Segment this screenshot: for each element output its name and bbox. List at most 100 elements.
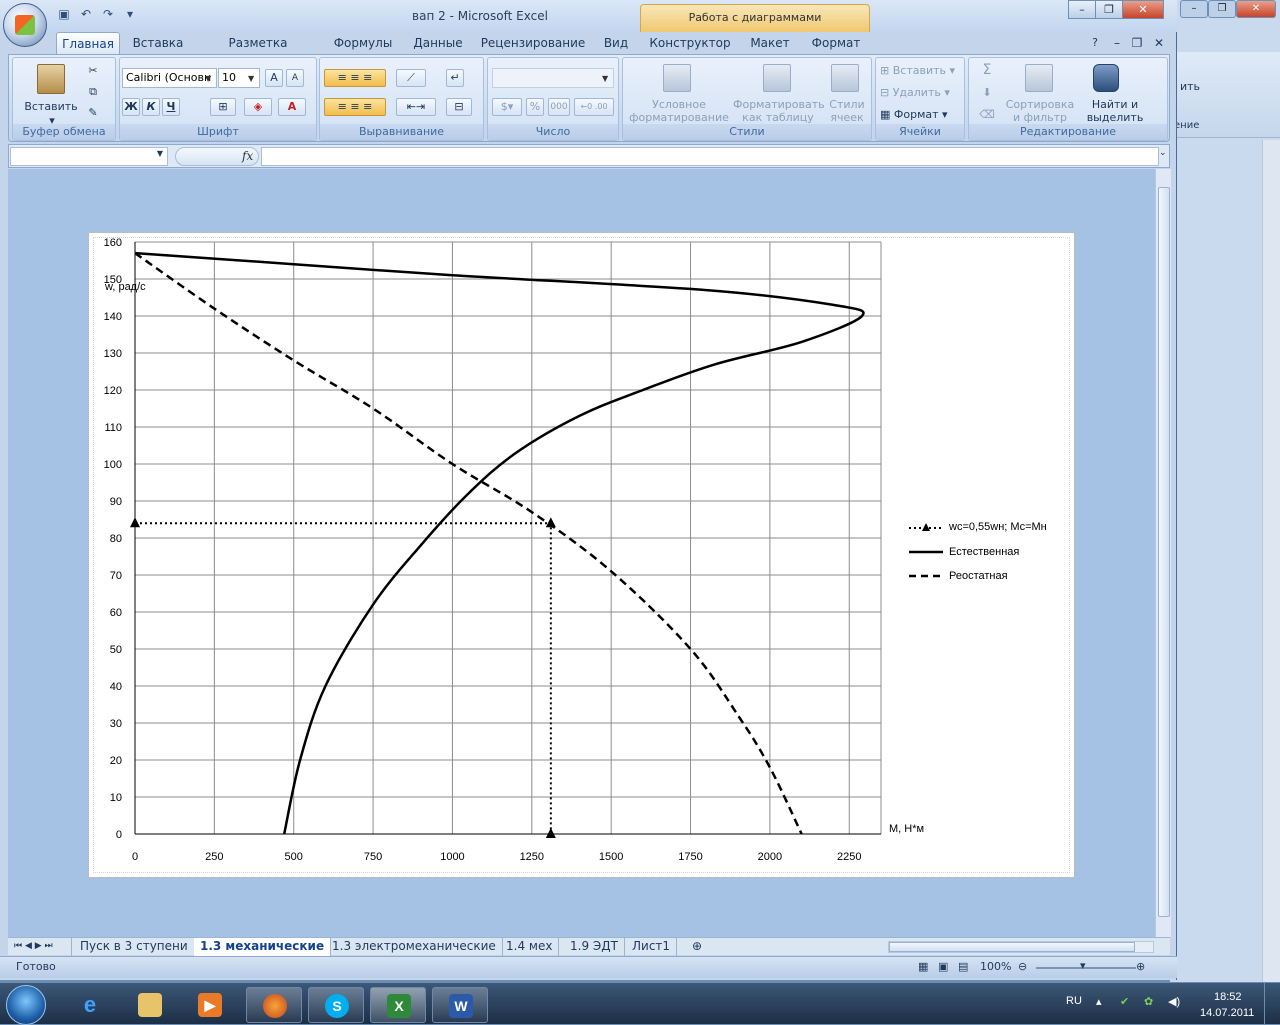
zoom-slider[interactable] — [1036, 967, 1136, 969]
thousands-button[interactable]: 000 — [548, 98, 570, 116]
skype-taskbar-button[interactable]: S — [308, 987, 364, 1023]
conditional-format-button[interactable]: Условное форматирование — [627, 98, 731, 124]
name-box[interactable]: ▼ — [10, 147, 168, 166]
chevron-down-icon[interactable]: ▼ — [248, 70, 258, 88]
media-player-taskbar-button[interactable]: ▶ — [182, 987, 238, 1023]
sheet-tab[interactable]: 1.3 электромеханические — [326, 938, 503, 956]
font-name-combo[interactable]: Calibri (Основн ▼ — [122, 68, 217, 88]
zoom-out-icon[interactable]: ⊖ — [1018, 960, 1027, 973]
ribbon-close-icon[interactable]: ✕ — [1150, 32, 1168, 54]
sheet-tab-active[interactable]: 1.3 механические — [194, 938, 332, 956]
shrink-font-icon[interactable]: A — [286, 69, 304, 87]
view-page-break-icon[interactable]: ▤ — [958, 960, 968, 973]
excel-taskbar-button[interactable]: X — [370, 987, 426, 1023]
ribbon-restore-icon[interactable]: ❐ — [1128, 32, 1146, 54]
vertical-scrollbar[interactable] — [1155, 169, 1171, 937]
tray-expand-icon[interactable]: ▴ — [1096, 995, 1102, 1008]
find-select-button[interactable]: Найти и выделить — [1079, 98, 1151, 124]
sort-filter-button[interactable]: Сортировка и фильтр — [1005, 98, 1075, 124]
grow-font-icon[interactable]: A — [265, 69, 283, 87]
bold-button[interactable]: Ж — [122, 98, 140, 116]
tab-insert[interactable]: Вставка — [128, 32, 188, 54]
font-size-combo[interactable]: 10 ▼ — [218, 68, 260, 88]
currency-icon[interactable]: $▾ — [492, 98, 522, 116]
orientation-icon[interactable]: ⟋ — [396, 69, 426, 87]
percent-button[interactable]: % — [526, 98, 544, 116]
fill-icon[interactable]: ⬇ — [975, 86, 999, 99]
format-painter-icon[interactable]: ✎ — [85, 106, 101, 119]
underline-button[interactable]: Ч — [162, 98, 180, 116]
save-icon[interactable]: ▣ — [56, 6, 72, 22]
view-page-layout-icon[interactable]: ▣ — [938, 960, 948, 973]
insert-sheet-icon[interactable]: ⊕ — [686, 938, 708, 956]
fill-color-icon[interactable]: ◈ — [244, 98, 272, 116]
tab-design[interactable]: Конструктор — [648, 32, 732, 54]
sheet-tab[interactable]: Лист1 — [626, 938, 678, 956]
merge-icon[interactable]: ⊟ — [446, 98, 472, 116]
zoom-slider-thumb[interactable]: ▾ — [1080, 959, 1086, 972]
sheet-tab[interactable]: 1.4 мех — [500, 938, 560, 956]
chart-area[interactable]: 0 250 500 750 1000 1250 1500 1750 2000 2250 0 10 20 3… — [88, 232, 1075, 878]
zoom-in-icon[interactable]: ⊕ — [1136, 960, 1145, 973]
tab-review[interactable]: Рецензирование — [478, 32, 588, 54]
tab-layout[interactable]: Макет — [744, 32, 796, 54]
scroll-thumb[interactable] — [1158, 187, 1170, 917]
scroll-thumb[interactable] — [889, 942, 1135, 952]
clock-date[interactable]: 14.07.2011 — [1200, 1007, 1254, 1019]
paste-button[interactable]: Вставить — [21, 100, 81, 113]
vertical-align-group[interactable]: ≡ ≡ ≡ — [324, 69, 386, 87]
tab-home[interactable]: Главная — [56, 32, 120, 54]
insert-function-button[interactable]: fx — [175, 147, 259, 166]
tab-data[interactable]: Данные — [408, 32, 468, 54]
close-button[interactable]: ✕ — [1122, 0, 1164, 19]
horizontal-align-group[interactable]: ≡ ≡ ≡ — [324, 98, 386, 116]
cell-styles-button[interactable]: Стили ячеек — [825, 98, 869, 124]
wrap-text-icon[interactable]: ↵ — [446, 69, 464, 87]
maximize-button[interactable]: ❐ — [1208, 0, 1236, 18]
horizontal-scrollbar[interactable] — [888, 941, 1154, 953]
tab-page-layout[interactable]: Разметка страницы — [198, 32, 318, 72]
bg-ribbon-item[interactable]: ить — [1180, 80, 1200, 93]
cut-icon[interactable]: ✂ — [85, 64, 101, 77]
formula-input[interactable] — [261, 147, 1159, 166]
firefox-taskbar-button[interactable] — [246, 987, 302, 1023]
tab-format[interactable]: Формат — [806, 32, 866, 54]
chevron-down-icon[interactable]: ▼ — [602, 70, 612, 88]
language-indicator[interactable]: RU — [1066, 995, 1082, 1007]
help-icon[interactable]: ? — [1086, 32, 1104, 54]
expand-formula-icon[interactable]: ⌄ — [1159, 148, 1169, 158]
tab-formulas[interactable]: Формулы — [328, 32, 398, 54]
italic-button[interactable]: К — [142, 98, 160, 116]
sheet-nav-arrows[interactable]: ⏮ ◀ ▶ ⏭ — [8, 938, 72, 956]
start-button[interactable] — [6, 985, 46, 1025]
borders-icon[interactable]: ⊞ — [210, 98, 236, 116]
sheet-tab[interactable]: 1.9 ЭДТ — [564, 938, 625, 956]
tray-app-icon[interactable]: ✿ — [1144, 995, 1153, 1008]
format-as-table-button[interactable]: Форматировать как таблицу — [733, 98, 825, 124]
restore-button[interactable]: ❐ — [1095, 0, 1123, 19]
bg-scrollbar[interactable] — [1262, 140, 1280, 990]
qat-dropdown-icon[interactable]: ▾ — [122, 6, 138, 22]
explorer-taskbar-button[interactable] — [122, 987, 178, 1023]
redo-icon[interactable]: ↷ — [100, 6, 116, 22]
ribbon-minimize-icon[interactable]: – — [1108, 32, 1126, 54]
clock-time[interactable]: 18:52 — [1214, 991, 1242, 1003]
zoom-level[interactable]: 100% — [980, 960, 1011, 973]
indent-icon[interactable]: ⇤⇥ — [396, 98, 436, 116]
chevron-down-icon[interactable]: ▼ — [205, 70, 215, 88]
clear-icon[interactable]: ⌫ — [975, 108, 999, 121]
font-color-icon[interactable]: A — [278, 98, 306, 116]
chevron-down-icon[interactable]: ▼ — [157, 149, 163, 158]
insert-cells-button[interactable]: ⊞ Вставить ▾ — [880, 64, 960, 77]
show-desktop-button[interactable] — [1264, 983, 1280, 1025]
minimize-button[interactable]: – — [1180, 0, 1208, 18]
decimal-icon[interactable]: ←0 .00 — [574, 98, 614, 116]
tab-view[interactable]: Вид — [596, 32, 636, 54]
copy-icon[interactable]: ⧉ — [85, 85, 101, 98]
volume-icon[interactable]: ◀) — [1168, 995, 1180, 1008]
word-taskbar-button[interactable]: W — [432, 987, 488, 1023]
format-cells-button[interactable]: ▦ Формат ▾ — [880, 108, 960, 121]
sheet-tab[interactable]: Пуск в 3 ступени — [74, 938, 195, 956]
view-normal-icon[interactable]: ▦ — [918, 960, 928, 973]
close-button[interactable]: ✕ — [1236, 0, 1276, 18]
